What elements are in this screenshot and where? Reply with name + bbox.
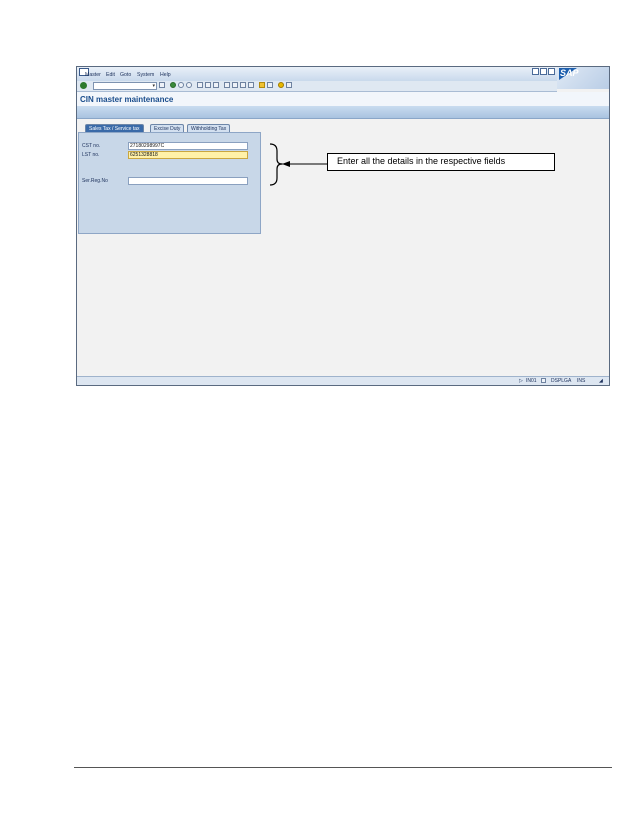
lst-field[interactable]: 6251328818 (128, 151, 248, 159)
page-title: CIN master maintenance (80, 95, 174, 104)
command-field[interactable]: ▾ (93, 82, 157, 90)
sap-logo: SAP (557, 67, 609, 89)
shortcut-icon[interactable] (267, 82, 273, 88)
help-icon[interactable] (278, 82, 284, 88)
brace-arrow (269, 143, 327, 186)
last-page-icon[interactable] (248, 82, 254, 88)
menu-goto[interactable]: Goto (120, 72, 131, 78)
status-expand-icon[interactable]: ▷ (519, 378, 523, 384)
status-session: IN01 (526, 378, 537, 384)
resize-grip-icon[interactable]: ◢ (599, 378, 603, 384)
first-page-icon[interactable] (224, 82, 230, 88)
menu-edit[interactable]: Edit (106, 72, 115, 78)
chevron-down-icon[interactable]: ▾ (152, 83, 155, 89)
sap-window: Master Edit Goto System Help SAP ▾ CIN m… (76, 66, 610, 386)
minimize-icon[interactable] (532, 68, 539, 75)
menu-master[interactable]: Master (85, 72, 101, 78)
previous-page-icon[interactable] (232, 82, 238, 88)
layout-icon[interactable] (286, 82, 292, 88)
tab-panel: CST no. 27180298997C LST no. 6251328818 … (78, 132, 261, 234)
save-icon[interactable] (159, 82, 165, 88)
footer-divider (74, 767, 612, 768)
cancel-icon[interactable] (186, 82, 192, 88)
find-next-icon[interactable] (213, 82, 219, 88)
status-system: DSPLGA (551, 378, 572, 384)
menu-system[interactable]: System (137, 72, 154, 78)
sap-logo-text: SAP (560, 68, 579, 78)
print-icon[interactable] (197, 82, 203, 88)
window-controls (532, 68, 555, 75)
cst-label: CST no. (82, 143, 101, 149)
callout-text: Enter all the details in the respective … (337, 156, 506, 166)
find-icon[interactable] (205, 82, 211, 88)
ser-reg-label: Ser.Reg.No (82, 178, 108, 184)
ser-reg-field[interactable] (128, 177, 248, 185)
application-toolbar (77, 106, 609, 119)
menu-bar: Master Edit Goto System Help SAP (77, 67, 609, 89)
session-icon[interactable] (541, 378, 546, 383)
menu-help[interactable]: Help (160, 72, 171, 78)
callout-box: Enter all the details in the respective … (327, 153, 555, 171)
status-bar: ▷ IN01 DSPLGA INS ◢ (77, 376, 609, 385)
title-bar: CIN master maintenance (77, 92, 609, 106)
status-mode: INS (577, 378, 586, 384)
close-icon[interactable] (548, 68, 555, 75)
next-page-icon[interactable] (240, 82, 246, 88)
enter-icon[interactable] (80, 82, 87, 89)
back-icon[interactable] (170, 82, 176, 88)
standard-toolbar: ▾ (77, 81, 557, 92)
cst-field[interactable]: 27180298997C (128, 142, 248, 150)
create-session-icon[interactable] (259, 82, 265, 88)
maximize-icon[interactable] (540, 68, 547, 75)
exit-icon[interactable] (178, 82, 184, 88)
lst-label: LST no. (82, 152, 100, 158)
